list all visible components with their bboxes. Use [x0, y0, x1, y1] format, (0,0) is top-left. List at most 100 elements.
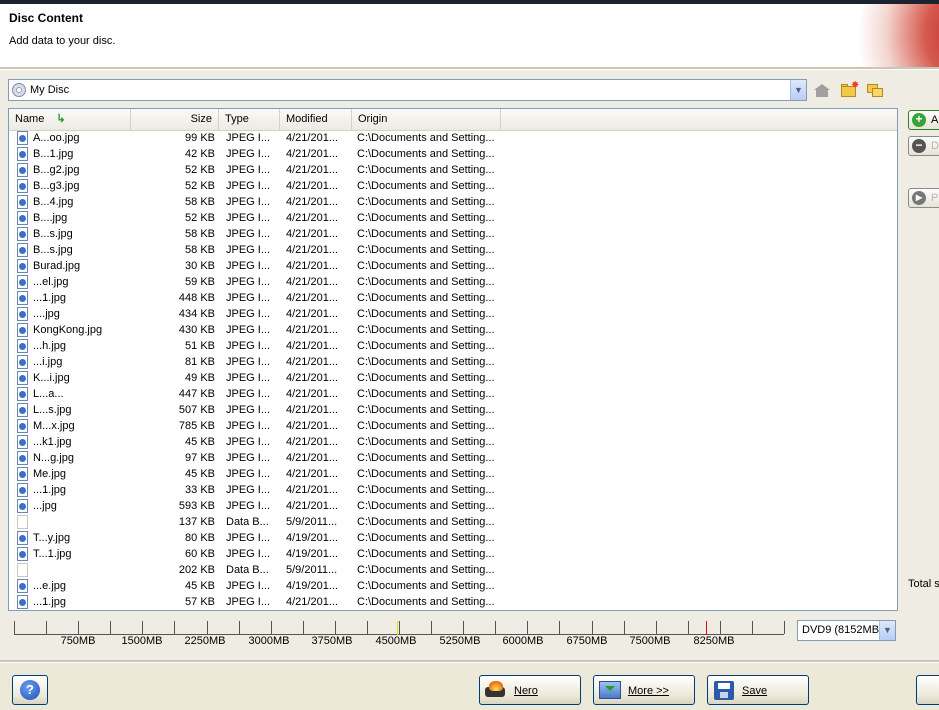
table-row[interactable]: B...g3.jpg 52 KB JPEG I... 4/21/201... C:\Do… [9, 178, 897, 194]
file-modified: 4/19/201... [286, 532, 338, 544]
table-row[interactable]: B...s.jpg 58 KB JPEG I... 4/21/201... C:\Doc… [9, 226, 897, 242]
file-type: JPEG I... [226, 244, 271, 256]
file-modified: 4/21/201... [286, 292, 338, 304]
table-row[interactable]: ...e.jpg 45 KB JPEG I... 4/19/201... C:\Docu… [9, 578, 897, 594]
column-header-modified[interactable]: Modified [280, 109, 352, 130]
file-name: ....jpg [33, 308, 60, 320]
chevron-down-icon[interactable]: ▼ [790, 80, 806, 100]
table-row[interactable]: B...g2.jpg 52 KB JPEG I... 4/21/201... C:\Do… [9, 162, 897, 178]
disc-type-select[interactable]: DVD9 (8152MB ▼ [797, 620, 896, 641]
image-file-icon [17, 211, 29, 225]
capacity-tick [335, 621, 336, 634]
file-modified: 5/9/2011... [286, 516, 338, 528]
more-button[interactable]: More >> [593, 675, 695, 705]
table-row[interactable]: ...i.jpg 81 KB JPEG I... 4/21/201... C:\Docu… [9, 354, 897, 370]
table-row[interactable]: ...1.jpg 448 KB JPEG I... 4/21/201... C:\Doc… [9, 290, 897, 306]
file-modified: 4/21/201... [286, 436, 338, 448]
table-row[interactable]: B....jpg 52 KB JPEG I... 4/21/201... C:\Docu… [9, 210, 897, 226]
nero-button[interactable]: Nero [479, 675, 581, 705]
table-row[interactable]: ...jpg 593 KB JPEG I... 4/21/201... C:\Docum… [9, 498, 897, 514]
table-row[interactable]: T...y.jpg 80 KB JPEG I... 4/19/201... C:\Doc… [9, 530, 897, 546]
nero-brand-logo [840, 4, 939, 67]
capacity-tick [303, 621, 304, 634]
file-modified: 4/21/201... [286, 356, 338, 368]
capacity-tick [527, 621, 528, 634]
file-name: Me.jpg [33, 468, 67, 480]
table-row[interactable]: ...k1.jpg 45 KB JPEG I... 4/21/201... C:\Doc… [9, 434, 897, 450]
table-row[interactable]: N...g.jpg 97 KB JPEG I... 4/21/201... C:\Doc… [9, 450, 897, 466]
file-name: B...1.jpg [33, 148, 74, 160]
file-type: JPEG I... [226, 580, 271, 592]
file-modified: 4/21/201... [286, 484, 338, 496]
file-type: JPEG I... [226, 212, 271, 224]
capacity-label: 5250MB [439, 635, 481, 647]
table-row[interactable]: L...a... 447 KB JPEG I... 4/21/201... C:\Doc… [9, 386, 897, 402]
table-row[interactable]: Burad.jpg 30 KB JPEG I... 4/21/201... C:\Doc… [9, 258, 897, 274]
table-row[interactable]: KongKong.jpg 430 KB JPEG I... 4/21/201... C:… [9, 322, 897, 338]
more-options-icon [599, 681, 621, 699]
save-button[interactable]: Save [707, 675, 809, 705]
image-file-icon [17, 339, 29, 353]
file-name: ...1.jpg [33, 484, 67, 496]
file-size: 507 KB [178, 404, 215, 416]
table-row[interactable]: Me.jpg 45 KB JPEG I... 4/21/201... C:\Docume… [9, 466, 897, 482]
help-button[interactable]: ? [12, 675, 48, 705]
capacity-tick [752, 621, 753, 634]
table-row[interactable]: 202 KB Data B... 5/9/2011... C:\Documents a… [9, 562, 897, 578]
table-row[interactable]: B...4.jpg 58 KB JPEG I... 4/21/201... C:\Doc… [9, 194, 897, 210]
column-header-type[interactable]: Type [219, 109, 280, 130]
file-list[interactable]: Name ↳ Size Type Modified Origin A...oo.j… [8, 108, 898, 611]
table-row[interactable]: K...i.jpg 49 KB JPEG I... 4/21/201... C:\Doc… [9, 370, 897, 386]
table-row[interactable]: ...h.jpg 51 KB JPEG I... 4/21/201... C:\Docu… [9, 338, 897, 354]
add-button[interactable]: + A [908, 110, 939, 130]
page-subtitle: Add data to your disc. [9, 35, 116, 47]
nero-button-label: Nero [514, 685, 538, 697]
file-origin: C:\Documents and Setting... [357, 404, 495, 416]
file-origin: C:\Documents and Setting... [357, 260, 495, 272]
table-row[interactable]: ...1.jpg 57 KB JPEG I... 4/21/201... C:\Docu… [9, 594, 897, 610]
file-type: JPEG I... [226, 500, 271, 512]
table-row[interactable]: B...s.jpg 58 KB JPEG I... 4/21/201... C:\Doc… [9, 242, 897, 258]
table-row[interactable]: M...x.jpg 785 KB JPEG I... 4/21/201... C:\Do… [9, 418, 897, 434]
file-size: 137 KB [178, 516, 215, 528]
table-row[interactable]: A...oo.jpg 99 KB JPEG I... 4/21/201... C:\Do… [9, 130, 897, 146]
table-row[interactable]: T...1.jpg 60 KB JPEG I... 4/19/201... C:\Doc… [9, 546, 897, 562]
disc-location-select[interactable]: My Disc ▼ [8, 79, 807, 101]
capacity-tick [688, 621, 689, 634]
new-folder-icon[interactable]: ✸ [840, 81, 859, 98]
file-modified: 4/21/201... [286, 388, 338, 400]
file-name: K...i.jpg [33, 372, 70, 384]
file-name: B...s.jpg [33, 244, 73, 256]
column-header-origin[interactable]: Origin [352, 109, 501, 130]
file-origin: C:\Documents and Setting... [357, 388, 495, 400]
column-header-size[interactable]: Size [131, 109, 219, 130]
file-modified: 4/21/201... [286, 340, 338, 352]
next-button[interactable] [916, 675, 939, 705]
file-origin: C:\Documents and Setting... [357, 468, 495, 480]
file-type: JPEG I... [226, 276, 271, 288]
file-name: ...1.jpg [33, 292, 67, 304]
file-size: 434 KB [178, 308, 215, 320]
file-size: 45 KB [185, 436, 215, 448]
file-modified: 4/21/201... [286, 228, 338, 240]
image-file-icon [17, 595, 29, 609]
column-header-name[interactable]: Name ↳ [9, 109, 131, 130]
chevron-down-icon[interactable]: ▼ [879, 621, 895, 640]
file-origin: C:\Documents and Setting... [357, 484, 495, 496]
file-modified: 4/21/201... [286, 500, 338, 512]
image-file-icon [17, 371, 29, 385]
play-button[interactable]: ▸ P [908, 188, 939, 208]
file-type: JPEG I... [226, 196, 271, 208]
file-size: 447 KB [178, 388, 215, 400]
table-row[interactable]: ....jpg 434 KB JPEG I... 4/21/201... C:\Docu… [9, 306, 897, 322]
table-row[interactable]: L...s.jpg 507 KB JPEG I... 4/21/201... C:\Do… [9, 402, 897, 418]
folders-icon[interactable] [866, 82, 884, 98]
file-origin: C:\Documents and Setting... [357, 452, 495, 464]
table-row[interactable]: ...1.jpg 33 KB JPEG I... 4/21/201... C:\Docu… [9, 482, 897, 498]
table-row[interactable]: B...1.jpg 42 KB JPEG I... 4/21/201... C:\Doc… [9, 146, 897, 162]
table-row[interactable]: ...el.jpg 59 KB JPEG I... 4/21/201... C:\Doc… [9, 274, 897, 290]
home-folder-icon[interactable] [813, 82, 831, 98]
save-button-label: Save [742, 685, 768, 697]
delete-button[interactable]: − D [908, 136, 939, 156]
table-row[interactable]: 137 KB Data B... 5/9/2011... C:\Documents a… [9, 514, 897, 530]
